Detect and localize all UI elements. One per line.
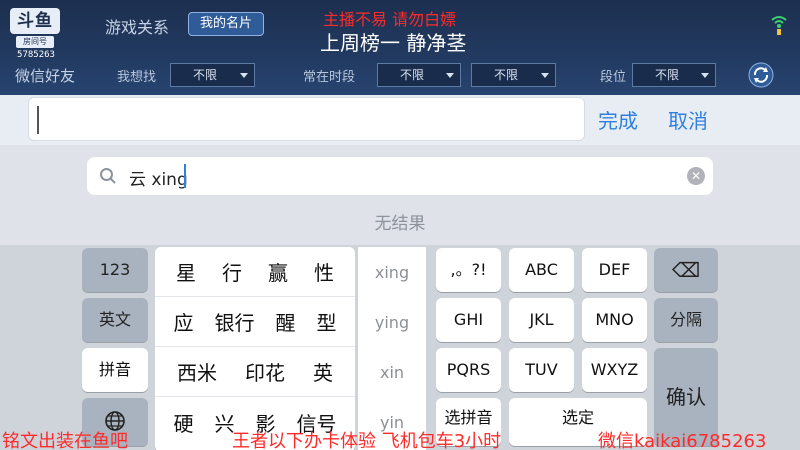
text-caret (37, 106, 39, 134)
stream-overlay-sub: 上周榜一 静净茎 (320, 31, 467, 55)
chevron-down-icon (446, 73, 454, 78)
candidate-item[interactable]: 西米 (177, 357, 217, 386)
chevron-down-icon (240, 73, 248, 78)
rank-select[interactable]: 不限 (632, 63, 716, 87)
candidate-row: 星 行 赢 性 (155, 247, 355, 297)
candidate-item[interactable]: 行 (222, 257, 242, 286)
caption-right: 微信kaikai6785263 (598, 431, 767, 450)
rank-label: 段位 (600, 70, 627, 85)
key-wxyz[interactable]: WXYZ (582, 348, 647, 392)
candidate-item[interactable]: 星 (176, 257, 196, 286)
done-button[interactable]: 完成 (598, 105, 638, 134)
search-input[interactable]: 云 xing ✕ (87, 157, 713, 195)
active-time-value-start: 不限 (400, 68, 425, 82)
active-time-select-start[interactable]: 不限 (377, 63, 461, 87)
clear-icon[interactable]: ✕ (687, 167, 705, 185)
looking-for-label: 我想找 (117, 70, 157, 85)
key-mno[interactable]: MNO (582, 298, 647, 342)
key-pqrs[interactable]: PQRS (436, 348, 501, 392)
nav-game-relations[interactable]: 游戏关系 (105, 14, 169, 38)
no-result-text: 无结果 (374, 214, 426, 234)
my-card-button[interactable]: 我的名片 (188, 12, 264, 36)
refresh-icon[interactable] (748, 62, 774, 88)
candidate-row: 应 银行 醒 型 (155, 297, 355, 347)
pinyin-column: xing ying xin yin (358, 247, 426, 450)
key-ghi[interactable]: GHI (436, 298, 501, 342)
candidate-item[interactable]: 赢 (268, 257, 288, 286)
search-sheet: 云 xing ✕ 无结果 (0, 145, 800, 245)
key-punctuation[interactable]: ,。?! (436, 248, 501, 292)
active-time-label: 常在时段 (303, 70, 356, 85)
candidate-item[interactable]: 应 (174, 307, 194, 336)
pinyin-option[interactable]: xing (358, 263, 426, 282)
candidate-item[interactable]: 型 (317, 307, 337, 336)
text-input-field[interactable] (28, 97, 585, 141)
rank-value: 不限 (655, 68, 680, 82)
search-caret (184, 164, 186, 188)
input-bar: 完成 取消 (0, 95, 800, 145)
candidate-item[interactable]: 印花 (245, 357, 285, 386)
douyu-logo: 斗鱼 房间号 5785263 (10, 8, 60, 60)
filter-row: 微信好友 我想找 不限 常在时段 不限 不限 段位 不限 (0, 60, 800, 90)
wifi-signal-icon (771, 16, 787, 35)
pinyin-keyboard: 123 英文 拼音 星 行 赢 性 应 银行 醒 型 西米 印花 英 硬 兴 影… (0, 245, 800, 450)
cancel-button[interactable]: 取消 (668, 105, 708, 134)
active-time-value-end: 不限 (494, 68, 519, 82)
room-label: 房间号 (16, 36, 54, 48)
search-icon (100, 168, 116, 184)
active-time-select-end[interactable]: 不限 (471, 63, 556, 87)
logo-mark: 斗鱼 (10, 8, 60, 34)
key-segment[interactable]: 分隔 (654, 298, 718, 342)
search-query: 云 xing (129, 170, 188, 190)
looking-for-select[interactable]: 不限 (170, 63, 255, 87)
looking-for-value: 不限 (193, 68, 218, 82)
chevron-down-icon (541, 73, 549, 78)
key-jkl[interactable]: JKL (509, 298, 574, 342)
candidate-item[interactable]: 硬 (174, 408, 194, 437)
key-123[interactable]: 123 (82, 248, 148, 292)
key-pinyin[interactable]: 拼音 (82, 348, 148, 392)
candidate-row: 西米 印花 英 (155, 347, 355, 397)
pinyin-option[interactable]: ying (358, 313, 426, 332)
wechat-friends-tab[interactable]: 微信好友 (15, 65, 75, 86)
candidate-item[interactable]: 银行 (215, 307, 255, 336)
room-number: 5785263 (17, 50, 55, 60)
caption-left: 铭文出装在鱼吧 (2, 431, 128, 450)
key-abc[interactable]: ABC (509, 248, 574, 292)
caption-center: 王者以下办卡体验 飞机包车3小时 (232, 431, 502, 450)
chevron-down-icon (701, 73, 709, 78)
candidate-item[interactable]: 醒 (276, 307, 296, 336)
pinyin-option[interactable]: xin (358, 363, 426, 382)
game-header: 斗鱼 房间号 5785263 游戏关系 我的名片 主播不易 请勿白嫖 上周榜一 … (0, 0, 800, 95)
key-def[interactable]: DEF (582, 248, 647, 292)
candidate-panel: 星 行 赢 性 应 银行 醒 型 西米 印花 英 硬 兴 影 信号 (155, 247, 355, 450)
backspace-icon[interactable]: ⌫ (654, 248, 718, 292)
candidate-item[interactable]: 英 (313, 357, 333, 386)
key-english[interactable]: 英文 (82, 298, 148, 342)
candidate-item[interactable]: 性 (314, 257, 334, 286)
key-tuv[interactable]: TUV (509, 348, 574, 392)
